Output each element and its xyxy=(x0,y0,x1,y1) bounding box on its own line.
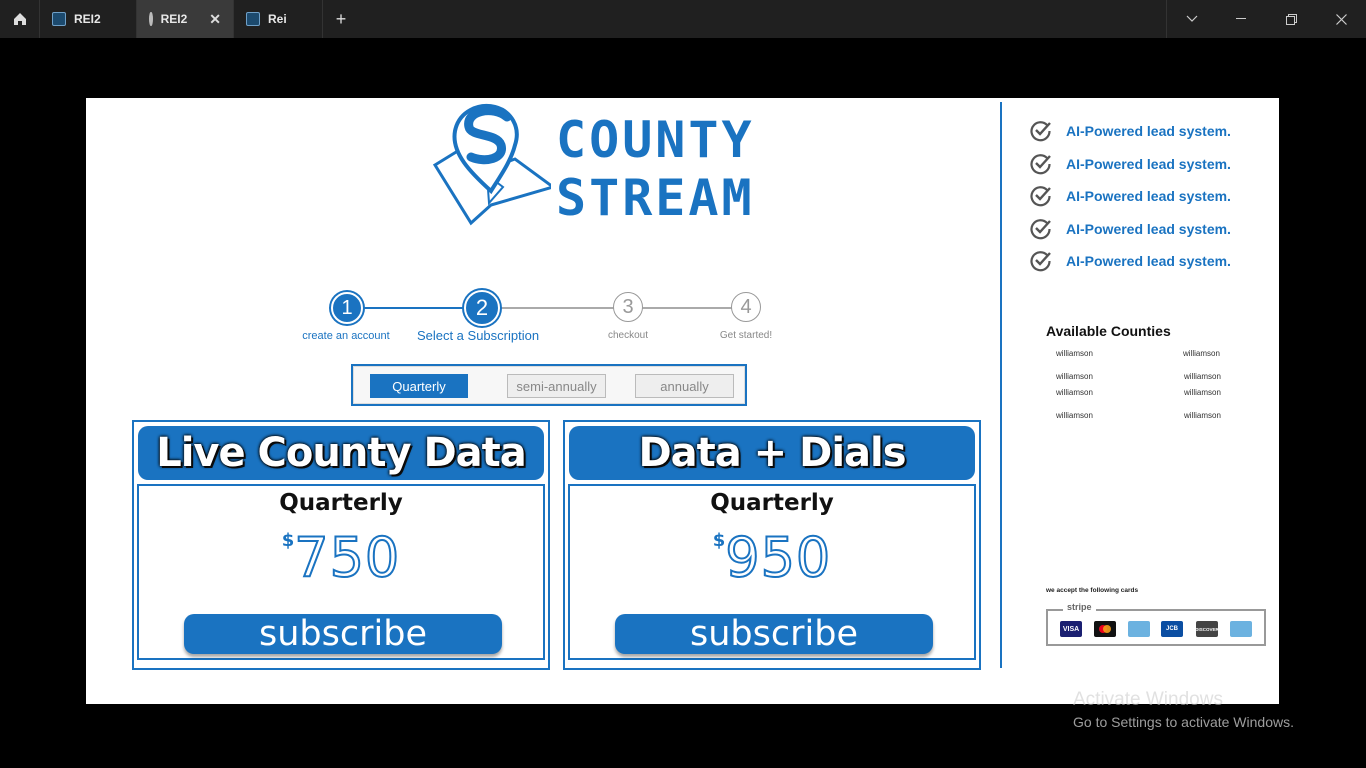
step-4-circle: 4 xyxy=(731,292,761,322)
period-quarterly-button[interactable]: Quarterly xyxy=(370,374,468,398)
check-circle-icon xyxy=(1030,251,1051,272)
feature-text: AI-Powered lead system. xyxy=(1066,220,1231,237)
plan-header: Data + Dials xyxy=(569,426,975,480)
billing-period-selector: Quarterly semi-annually annually xyxy=(351,364,747,406)
county-item: williamson xyxy=(1056,349,1093,358)
subscribe-button[interactable]: subscribe xyxy=(615,614,933,654)
county-item: williamson xyxy=(1056,411,1093,420)
close-window-button[interactable] xyxy=(1316,0,1366,38)
accepted-cards-label: we accept the following cards xyxy=(1046,587,1139,594)
county-item: williamson xyxy=(1056,372,1093,381)
minimize-button[interactable] xyxy=(1216,0,1266,38)
step-3-label: checkout xyxy=(607,330,649,341)
amex-icon xyxy=(1128,621,1150,637)
activate-windows-title: Activate Windows xyxy=(1073,689,1223,710)
home-button[interactable] xyxy=(0,0,40,38)
feature-text: AI-Powered lead system. xyxy=(1066,155,1231,172)
new-tab-button[interactable]: + xyxy=(323,0,359,38)
plan-body: Quarterly $750 subscribe xyxy=(137,484,545,660)
plan-header: Live County Data xyxy=(138,426,544,480)
county-item: williamson xyxy=(1183,349,1220,358)
feature-text: AI-Powered lead system. xyxy=(1066,123,1231,140)
plan-price: $750 xyxy=(139,525,543,590)
tab-rei[interactable]: Rei xyxy=(234,0,323,38)
home-icon xyxy=(13,13,26,25)
stripe-label: stripe xyxy=(1063,602,1096,612)
step-connector-done xyxy=(346,307,482,309)
map-pin-logo-icon xyxy=(432,104,551,226)
vertical-divider xyxy=(1000,102,1002,668)
step-2-label: Select a Subscription xyxy=(416,328,540,343)
tab-label: Rei xyxy=(268,12,287,26)
mastercard-icon xyxy=(1094,621,1116,637)
feature-item: AI-Powered lead system. xyxy=(1030,180,1231,213)
county-item: williamson xyxy=(1184,411,1221,420)
progress-stepper: 1 create an account 2 Select a Subscript… xyxy=(286,288,806,348)
play-icon xyxy=(149,12,159,26)
tab-dropdown-button[interactable] xyxy=(1166,0,1216,38)
close-icon xyxy=(1335,13,1347,25)
feature-item: AI-Powered lead system. xyxy=(1030,115,1231,148)
activate-windows-subtitle: Go to Settings to activate Windows. xyxy=(1073,714,1294,730)
step-1-label: create an account xyxy=(302,330,390,342)
restore-icon xyxy=(1285,13,1297,25)
plan-period: Quarterly xyxy=(279,490,403,516)
step-3-circle: 3 xyxy=(613,292,643,322)
plan-card-live-county-data: Live County Data Quarterly $750 subscrib… xyxy=(132,420,550,670)
minimize-icon xyxy=(1236,18,1246,19)
step-1-circle: 1 xyxy=(331,292,363,324)
app-icon xyxy=(246,12,260,26)
chevron-down-icon xyxy=(1186,15,1197,22)
tab-rei2-active[interactable]: REI2 ✕ xyxy=(137,0,234,38)
check-circle-icon xyxy=(1030,153,1051,175)
plan-card-data-dials: Data + Dials Quarterly $950 subscribe xyxy=(563,420,981,670)
amex-icon xyxy=(1230,621,1252,637)
plan-period: Quarterly xyxy=(710,490,834,516)
subscribe-button[interactable]: subscribe xyxy=(184,614,502,654)
feature-text: AI-Powered lead system. xyxy=(1066,188,1231,205)
app-icon xyxy=(52,12,66,26)
feature-item: AI-Powered lead system. xyxy=(1030,213,1231,246)
available-counties-heading: Available Counties xyxy=(1046,323,1171,339)
feature-item: AI-Powered lead system. xyxy=(1030,148,1231,181)
plan-title: Data + Dials xyxy=(638,430,906,476)
logo-line-2: STREAM xyxy=(556,169,755,227)
check-circle-icon xyxy=(1030,121,1051,142)
price-currency: $ xyxy=(712,530,726,551)
jcb-icon: JCB xyxy=(1161,621,1183,637)
county-stream-logo: COUNTY STREAM xyxy=(431,103,771,228)
step-2-circle: 2 xyxy=(464,290,500,326)
price-value: 750 xyxy=(293,525,401,590)
price-currency: $ xyxy=(281,530,295,551)
plan-body: Quarterly $950 subscribe xyxy=(568,484,976,660)
price-value: 950 xyxy=(724,525,832,590)
restore-button[interactable] xyxy=(1266,0,1316,38)
feature-text: AI-Powered lead system. xyxy=(1066,253,1231,270)
check-circle-icon xyxy=(1030,186,1051,207)
county-item: williamson xyxy=(1184,388,1221,397)
step-4-label: Get started! xyxy=(719,330,773,341)
feature-list: AI-Powered lead system. AI-Powered lead … xyxy=(1030,115,1231,278)
county-item: williamson xyxy=(1184,372,1221,381)
subscription-page: COUNTY STREAM 1 create an account 2 Sele… xyxy=(86,98,1279,704)
plan-title: Live County Data xyxy=(156,430,527,476)
visa-icon: VISA xyxy=(1060,621,1082,637)
logo-wordmark: COUNTY STREAM xyxy=(556,111,755,227)
stripe-accepted-cards: stripe VISA JCB DISCOVER xyxy=(1046,602,1266,646)
feature-item: AI-Powered lead system. xyxy=(1030,245,1231,278)
county-item: williamson xyxy=(1056,388,1093,397)
close-tab-icon[interactable]: ✕ xyxy=(209,11,221,28)
period-semi-annually-button[interactable]: semi-annually xyxy=(507,374,606,398)
plan-price: $950 xyxy=(570,525,974,590)
discover-icon: DISCOVER xyxy=(1195,621,1219,637)
period-annually-button[interactable]: annually xyxy=(635,374,734,398)
logo-line-1: COUNTY xyxy=(556,111,755,169)
tab-label: REI2 xyxy=(160,12,188,26)
tab-label: REI2 xyxy=(74,12,101,26)
check-circle-icon xyxy=(1030,218,1051,240)
tab-rei2-first[interactable]: REI2 xyxy=(40,0,137,38)
window-titlebar: REI2 REI2 ✕ Rei + xyxy=(0,0,1366,38)
